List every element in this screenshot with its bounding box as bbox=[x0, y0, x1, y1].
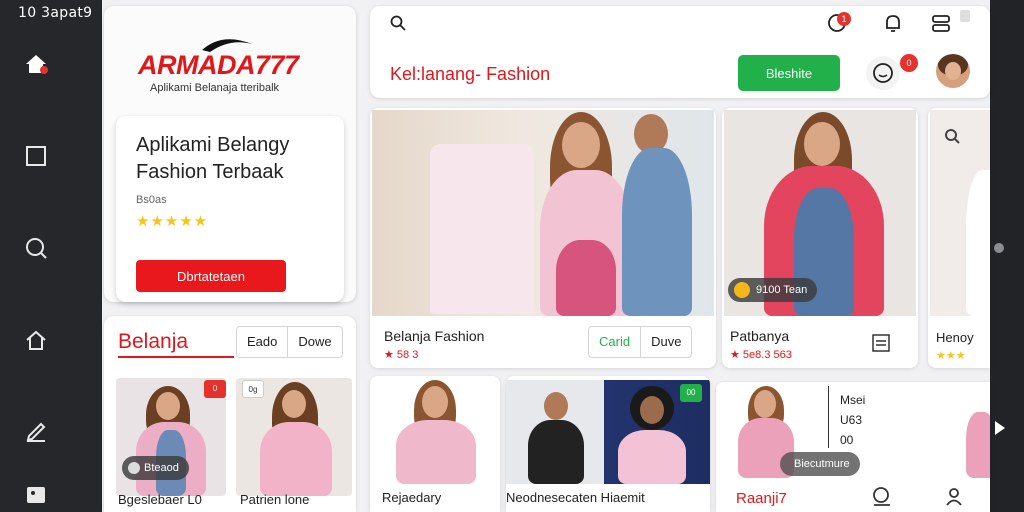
page-heading: Kel:lanang- Fashion bbox=[390, 64, 551, 84]
product-card[interactable]: Rejaedary bbox=[370, 376, 500, 512]
status-bar-text: 10 3apat9 bbox=[18, 5, 93, 21]
product-card[interactable]: 00 Neodnesecaten Hiaemit bbox=[506, 376, 710, 512]
shop-segmented-control[interactable]: Eado Dowe bbox=[236, 326, 343, 358]
right-edge-rail bbox=[990, 0, 1024, 512]
product-rating: ★ 5e8.3 563 bbox=[730, 349, 792, 361]
square-icon[interactable] bbox=[24, 144, 48, 168]
product-name: Henoy bbox=[936, 330, 974, 345]
item-badge: 0g bbox=[242, 380, 264, 398]
pen-icon[interactable] bbox=[24, 420, 48, 444]
home-outline-icon[interactable] bbox=[24, 328, 48, 352]
product-pill: Bteaod bbox=[122, 456, 189, 480]
search-icon[interactable] bbox=[390, 15, 406, 31]
promo-title: Aplikami Belangy Fashion Terbaak bbox=[136, 134, 290, 183]
product-photo bbox=[370, 376, 500, 484]
brand-card: ARMADA777 Aplikami Belanaja tteribalk Ap… bbox=[104, 6, 356, 302]
promo-meta: Bs0as bbox=[136, 194, 167, 206]
menu-icon[interactable] bbox=[930, 12, 952, 34]
brand-logo: ARMADA777 bbox=[138, 50, 299, 80]
search-icon[interactable] bbox=[24, 236, 48, 260]
shop-section: Belanja Eado Dowe Bteaod 0 0g Bgeslebaer… bbox=[104, 316, 356, 512]
search-icon[interactable] bbox=[944, 128, 960, 144]
scroll-indicator-dot[interactable] bbox=[994, 243, 1004, 253]
product-card[interactable]: 9100 Tean Patbanya ★ 5e8.3 563 bbox=[722, 108, 918, 368]
support-button[interactable] bbox=[866, 56, 900, 90]
promo-cta-button[interactable]: Dbrtatetaen bbox=[136, 260, 286, 292]
product-caption: Bgeslebaer L0 bbox=[118, 492, 202, 507]
support-icon bbox=[873, 63, 893, 83]
item-badge: 00 bbox=[680, 384, 702, 402]
product-caption: Patrien lone bbox=[240, 492, 310, 507]
product-name: Raanji7 bbox=[736, 490, 787, 507]
item-badge: 0 bbox=[204, 380, 226, 398]
product-card[interactable]: Msei U63 00 Biecutmure Raanji7 bbox=[716, 382, 990, 512]
product-card[interactable]: Belanja Fashion ★ 58 3 Carid Duve bbox=[370, 108, 716, 368]
product-segmented-control[interactable]: Carid Duve bbox=[588, 326, 693, 358]
avatar[interactable] bbox=[936, 54, 970, 88]
product-rating: ★★★ bbox=[936, 350, 966, 362]
next-arrow-icon[interactable] bbox=[995, 421, 1005, 435]
window-chip bbox=[960, 10, 970, 22]
left-nav-rail: 10 3apat9 bbox=[0, 0, 102, 512]
product-name: Patbanya bbox=[730, 328, 790, 344]
segment-option[interactable]: Dowe bbox=[287, 327, 341, 357]
product-rating: ★ 58 3 bbox=[384, 349, 419, 361]
segment-option[interactable]: Carid bbox=[589, 327, 640, 357]
list-icon[interactable] bbox=[872, 334, 890, 352]
product-name: Rejaedary bbox=[382, 490, 442, 505]
promo-card: Aplikami Belangy Fashion Terbaak Bs0as ★… bbox=[116, 116, 344, 302]
brand-tagline: Aplikami Belanaja tteribalk bbox=[150, 82, 280, 94]
profile-icon[interactable] bbox=[944, 486, 964, 506]
bell-icon[interactable] bbox=[882, 12, 904, 34]
segment-option[interactable]: Duve bbox=[640, 327, 691, 357]
shop-title: Belanja bbox=[118, 330, 189, 353]
product-card[interactable]: Henoy ★★★ bbox=[928, 108, 990, 368]
product-photo bbox=[930, 110, 990, 316]
rating-stars: ★★★★★ bbox=[136, 213, 209, 230]
product-photo bbox=[372, 110, 714, 316]
product-name: Belanja Fashion bbox=[384, 328, 485, 344]
segment-option[interactable]: Eado bbox=[237, 327, 287, 357]
home-badge-dot bbox=[40, 66, 48, 74]
divider bbox=[828, 386, 829, 448]
notification-badge: 1 bbox=[837, 12, 851, 26]
product-photo bbox=[962, 382, 990, 478]
shop-title-underline bbox=[118, 356, 234, 358]
product-pill: Biecutmure bbox=[780, 452, 860, 476]
search-icon[interactable] bbox=[872, 486, 892, 506]
points-pill: 9100 Tean bbox=[728, 278, 818, 302]
top-bar: Kel:lanang- Fashion 1 Bleshite 0 bbox=[370, 6, 990, 98]
product-details: Msei U63 00 bbox=[840, 393, 866, 447]
product-name: Neodnesecaten Hiaemit bbox=[506, 490, 645, 505]
chat-badge: 0 bbox=[900, 54, 918, 72]
primary-green-button[interactable]: Bleshite bbox=[738, 55, 840, 91]
gallery-icon[interactable] bbox=[24, 482, 48, 506]
